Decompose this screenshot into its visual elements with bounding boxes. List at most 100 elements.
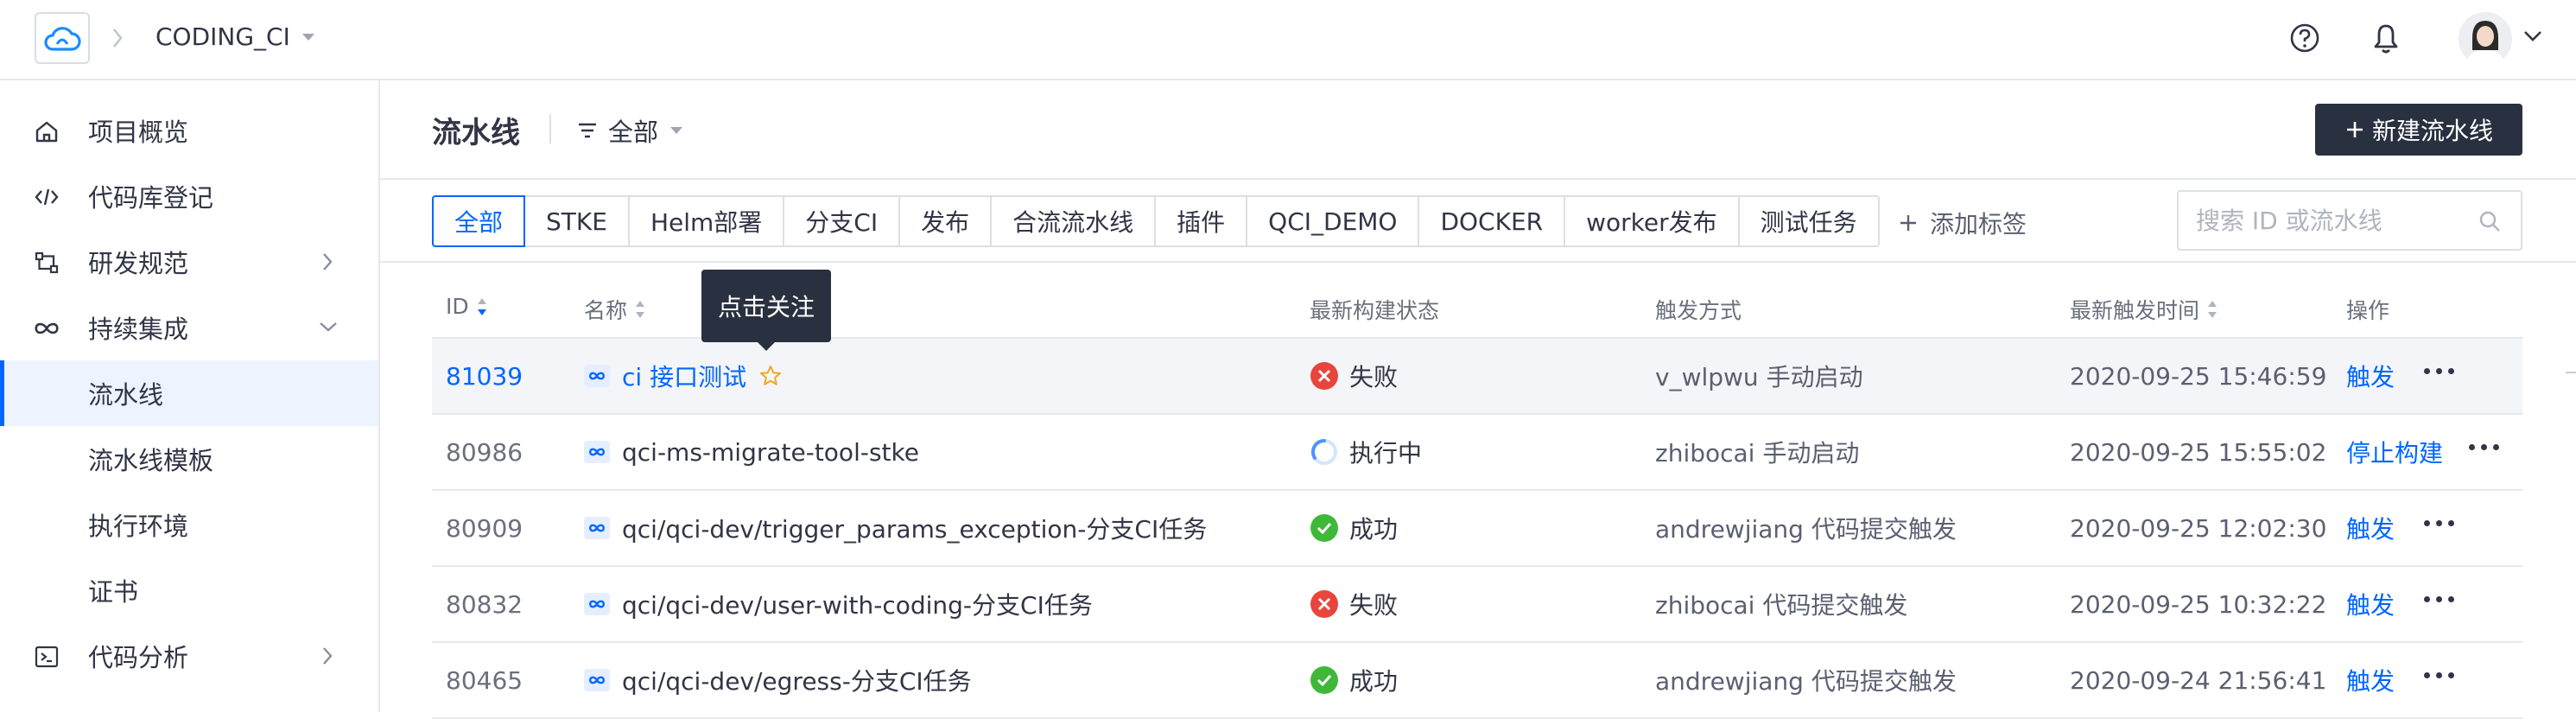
sort-icon	[2208, 301, 2218, 318]
status-text: 执行中	[1349, 439, 1423, 468]
pipeline-name-cell: ci 接口测试	[584, 339, 783, 413]
user-avatar[interactable]	[2459, 12, 2512, 66]
pipeline-icon	[584, 365, 610, 387]
tab-stke[interactable]: STKE	[523, 195, 630, 247]
trigger-button[interactable]: 触发	[2346, 567, 2395, 641]
sidebar-item-repo-registry[interactable]: 代码库登记	[0, 163, 378, 229]
sidebar-item-label: 证书	[88, 577, 139, 607]
caret-down-icon	[670, 127, 683, 134]
column-header-trigger: 触发方式	[1655, 294, 1742, 325]
tab-docker[interactable]: DOCKER	[1418, 195, 1566, 247]
pipeline-name[interactable]: qci/qci-dev/user-with-coding-分支CI任务	[622, 587, 1093, 621]
table-row[interactable]: 80986 qci-ms-migrate-tool-stke 执行中 zhibo…	[432, 415, 2522, 491]
tab-release[interactable]: 发布	[898, 195, 993, 247]
pipeline-id[interactable]: 80465	[446, 643, 523, 717]
code-icon	[33, 183, 60, 211]
tabs-divider	[380, 261, 2576, 263]
success-icon	[1310, 666, 1338, 694]
column-header-label: 操作	[2346, 298, 2390, 323]
help-icon[interactable]	[2287, 21, 2322, 55]
pipeline-icon	[584, 593, 610, 615]
sidebar-item-certificates[interactable]: 证书	[0, 557, 378, 623]
more-actions-icon[interactable]	[2469, 444, 2499, 450]
new-pipeline-button[interactable]: 新建流水线	[2315, 104, 2522, 156]
pipeline-name[interactable]: qci/qci-dev/egress-分支CI任务	[622, 663, 972, 697]
success-icon	[1310, 514, 1338, 542]
more-actions-icon[interactable]	[2424, 368, 2454, 374]
spinner-icon	[1310, 438, 1337, 465]
trigger-button[interactable]: 触发	[2346, 339, 2395, 413]
column-header-id[interactable]: ID	[446, 294, 488, 319]
pipeline-id[interactable]: 80909	[446, 491, 523, 565]
terminal-icon	[33, 643, 60, 671]
sidebar-item-label: 代码分析	[88, 643, 189, 672]
follow-tooltip: 点击关注	[701, 270, 831, 351]
sidebar-item-overview[interactable]: 项目概览	[0, 98, 378, 163]
table-row[interactable]: 81039 ci 接口测试 失败 v_wlpwu 手动启动 2020-09-25…	[432, 339, 2522, 415]
pipeline-id[interactable]: 80832	[446, 567, 523, 641]
sidebar-item-label: 项目概览	[88, 118, 189, 147]
status-text: 成功	[1349, 667, 1399, 696]
chevron-right-icon	[323, 647, 333, 665]
table-row[interactable]: 80909 qci/qci-dev/trigger_params_excepti…	[432, 491, 2522, 567]
tab-worker-release[interactable]: worker发布	[1564, 195, 1740, 247]
more-actions-icon[interactable]	[2424, 596, 2454, 602]
table-row[interactable]: 80832 qci/qci-dev/user-with-coding-分支CI任…	[432, 567, 2522, 643]
coding-cloud-logo[interactable]	[35, 12, 90, 64]
title-divider	[549, 114, 551, 143]
tab-plugins[interactable]: 插件	[1154, 195, 1248, 247]
trigger-method: andrewjiang 代码提交触发	[1655, 667, 1957, 696]
trigger-button[interactable]: 触发	[2346, 491, 2395, 565]
tab-branch-ci[interactable]: 分支CI	[783, 195, 901, 247]
pipeline-id-link[interactable]: 81039	[446, 339, 523, 413]
column-header-time[interactable]: 最新触发时间	[2070, 294, 2218, 325]
star-icon[interactable]	[758, 364, 783, 388]
trigger-button[interactable]: 触发	[2346, 643, 2395, 717]
sidebar-item-exec-env[interactable]: 执行环境	[0, 492, 378, 557]
column-header-status: 最新构建状态	[1310, 294, 1439, 325]
infinity-icon	[33, 315, 60, 342]
sidebar-item-dev-standards[interactable]: 研发规范	[0, 229, 378, 295]
cloud-icon	[44, 27, 81, 51]
project-switcher[interactable]: CODING_CI	[155, 22, 316, 51]
pipeline-icon	[584, 669, 610, 691]
filter-icon	[579, 123, 596, 138]
search-icon[interactable]	[2478, 209, 2502, 233]
sidebar-item-label: 持续集成	[88, 315, 189, 344]
tab-qci-demo[interactable]: QCI_DEMO	[1246, 195, 1420, 247]
sidebar-item-ci[interactable]: 持续集成	[0, 295, 378, 360]
tab-helm[interactable]: Helm部署	[627, 195, 785, 247]
pipeline-filter-dropdown[interactable]: 全部	[577, 112, 684, 149]
sidebar-item-pipelines[interactable]: 流水线	[0, 360, 378, 426]
build-status: 成功	[1310, 491, 1398, 565]
trigger-method: andrewjiang 代码提交触发	[1655, 515, 1957, 544]
sidebar-item-pipeline-templates[interactable]: 流水线模板	[0, 426, 378, 492]
pipeline-name[interactable]: qci-ms-migrate-tool-stke	[622, 438, 919, 467]
column-header-label: 名称	[584, 298, 628, 323]
sidebar-item-label: 流水线	[88, 380, 164, 410]
sidebar-item-code-analysis[interactable]: 代码分析	[0, 623, 378, 689]
tab-test-tasks[interactable]: 测试任务	[1737, 195, 1880, 247]
add-tag-button[interactable]: 添加标签	[1899, 206, 2027, 240]
tab-all[interactable]: 全部	[432, 195, 526, 247]
pipeline-id[interactable]: 80986	[446, 415, 523, 489]
status-text: 失败	[1349, 591, 1399, 620]
search-input[interactable]	[2194, 192, 2471, 249]
table-row[interactable]: 80465 qci/qci-dev/egress-分支CI任务 成功 andre…	[432, 643, 2522, 719]
bell-icon[interactable]	[2369, 19, 2403, 57]
pipeline-name-cell: qci-ms-migrate-tool-stke	[584, 415, 919, 489]
chevron-down-icon[interactable]	[2522, 29, 2543, 43]
more-actions-icon[interactable]	[2424, 520, 2454, 526]
tab-merge-pipeline[interactable]: 合流流水线	[990, 195, 1157, 247]
build-status: 失败	[1310, 567, 1398, 641]
pipeline-name-link[interactable]: ci 接口测试	[622, 359, 746, 393]
stop-build-button[interactable]: 停止构建	[2346, 415, 2443, 489]
build-status: 失败	[1310, 339, 1398, 413]
sidebar: 项目概览 代码库登记 研发规范 持续集成 流水线 流水线模板 执行环境 证书 代…	[0, 80, 380, 712]
flow-icon	[33, 249, 60, 277]
last-trigger-time: 2020-09-25 15:46:59	[2070, 361, 2327, 391]
pipeline-name[interactable]: qci/qci-dev/trigger_params_exception-分支C…	[622, 511, 1207, 545]
more-actions-icon[interactable]	[2424, 672, 2454, 678]
page-title: 流水线	[432, 116, 520, 150]
column-header-name[interactable]: 名称	[584, 294, 646, 325]
